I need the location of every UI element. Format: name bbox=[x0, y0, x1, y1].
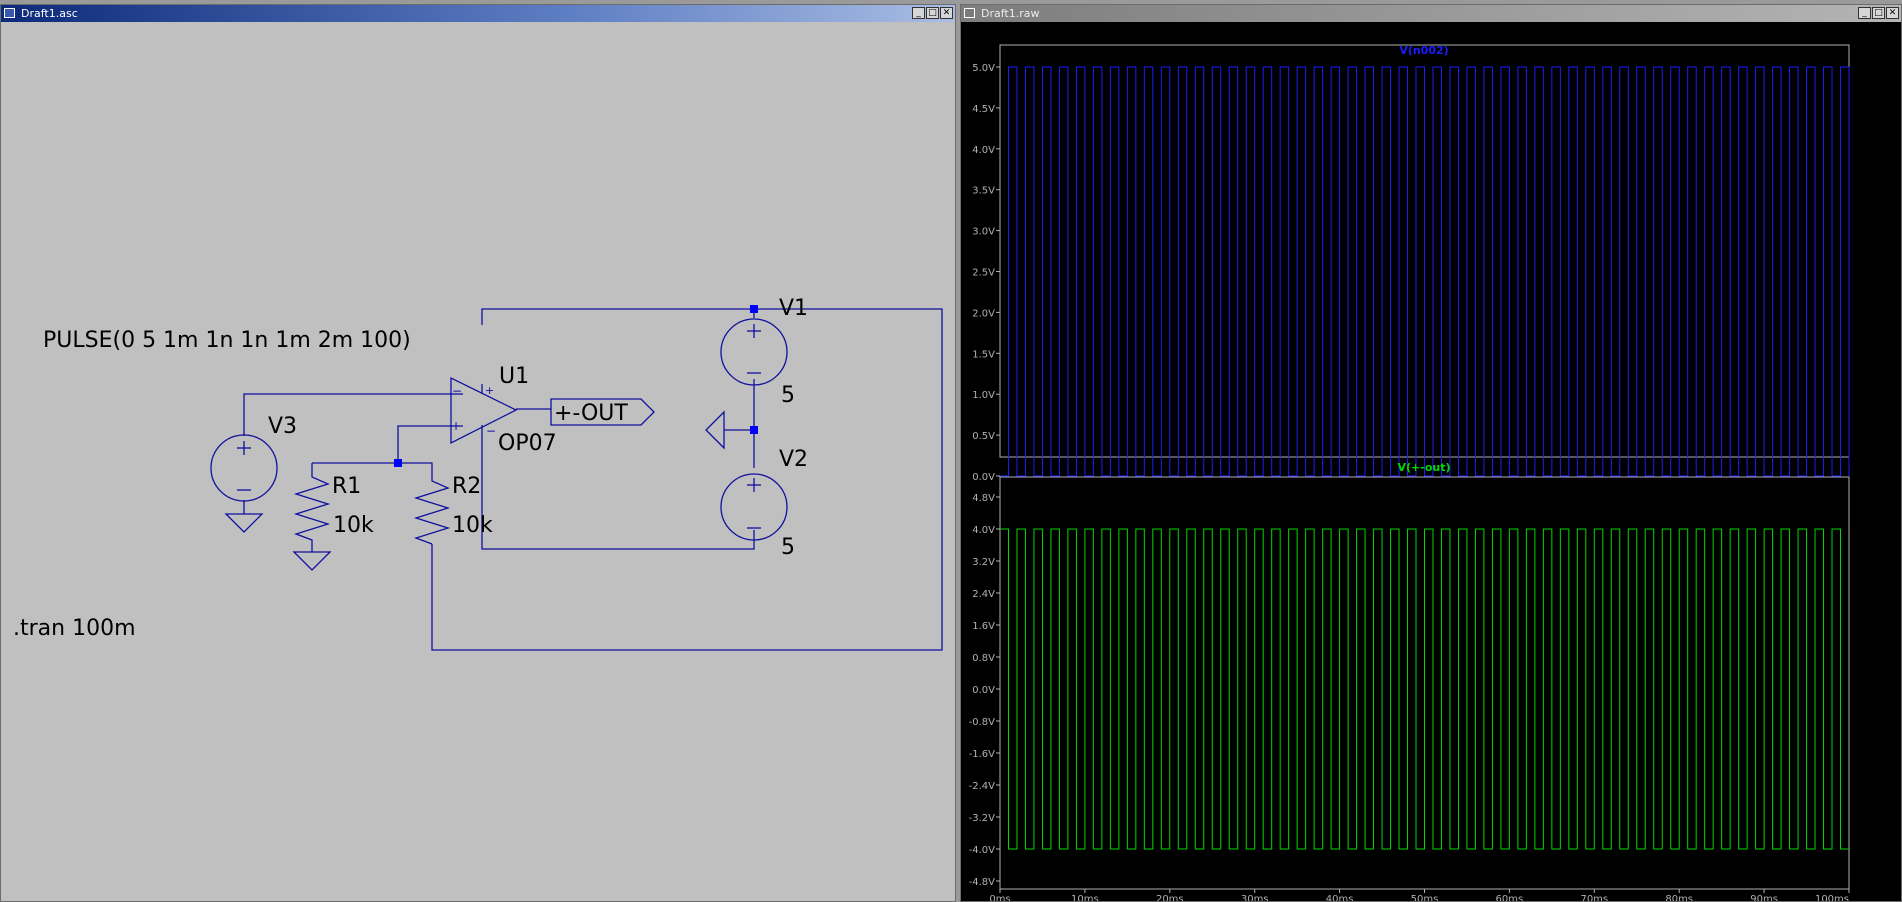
y-tick-label: 0.5V bbox=[972, 431, 995, 442]
u1-model-label[interactable]: OP07 bbox=[498, 431, 557, 456]
x-tick-label: 10ms bbox=[1071, 894, 1099, 902]
x-tick-label: 0ms bbox=[989, 894, 1010, 902]
junction-dot bbox=[750, 305, 758, 313]
schematic-window[interactable]: Draft1.asc _ □ ✕ − + + − PULSE(0 5 1m 1n… bbox=[0, 4, 956, 902]
trace-2-title[interactable]: V(+-out) bbox=[1398, 461, 1451, 474]
x-tick-label: 50ms bbox=[1411, 894, 1439, 902]
svg-text:−: − bbox=[452, 384, 462, 398]
y-tick-label: 5.0V bbox=[972, 63, 995, 74]
plot-window-title: Draft1.raw bbox=[981, 7, 1040, 20]
y-tick-label: 4.5V bbox=[972, 104, 995, 115]
y-tick-label: -4.0V bbox=[969, 845, 996, 856]
y-tick-label: 2.4V bbox=[972, 589, 995, 600]
close-button[interactable]: ✕ bbox=[940, 7, 953, 19]
y-tick-label: 4.8V bbox=[972, 493, 995, 504]
schematic-canvas[interactable]: − + + − PULSE(0 5 1m 1n 1n 1m 2m 100) .t… bbox=[1, 22, 955, 902]
x-tick-label: 90ms bbox=[1750, 894, 1778, 902]
v2-value-label[interactable]: 5 bbox=[781, 535, 795, 560]
plot-titlebar[interactable]: Draft1.raw _ □ ✕ bbox=[961, 5, 1901, 22]
y-tick-label: 3.0V bbox=[972, 227, 995, 238]
y-tick-label: -2.4V bbox=[969, 781, 996, 792]
waveform-plot-canvas[interactable]: V(n002) 5.0V 4.5V 4.0V 3.5V 3.0V 2.5V 2.0V 1.5V… bbox=[961, 22, 1901, 902]
x-tick-label: 40ms bbox=[1326, 894, 1354, 902]
restore-button[interactable]: □ bbox=[1872, 7, 1885, 19]
junction-dot bbox=[750, 426, 758, 434]
x-tick-label: 20ms bbox=[1156, 894, 1184, 902]
y-tick-label: 4.0V bbox=[972, 525, 995, 536]
y-tick-label: 1.0V bbox=[972, 390, 995, 401]
y-tick-label: -1.6V bbox=[969, 749, 996, 760]
y-tick-label: 0.0V bbox=[972, 685, 995, 696]
schematic-window-title: Draft1.asc bbox=[21, 7, 78, 20]
r2-name-label[interactable]: R2 bbox=[452, 474, 481, 499]
y-tick-label: -0.8V bbox=[969, 717, 996, 728]
plot-window[interactable]: Draft1.raw _ □ ✕ V(n002) 5.0V 4.5V 4.0V 3.5… bbox=[960, 4, 1902, 902]
out-port-label[interactable]: +-OUT bbox=[554, 401, 628, 426]
close-button[interactable]: ✕ bbox=[1886, 7, 1899, 19]
x-tick-label: 30ms bbox=[1241, 894, 1269, 902]
minimize-button[interactable]: _ bbox=[1858, 7, 1871, 19]
u1-name-label[interactable]: U1 bbox=[499, 364, 529, 389]
x-tick-label: 60ms bbox=[1496, 894, 1524, 902]
r2-value-label[interactable]: 10k bbox=[452, 513, 493, 538]
spice-directive[interactable]: .tran 100m bbox=[13, 616, 136, 641]
x-tick-label: 100ms bbox=[1815, 894, 1849, 902]
junction-dot bbox=[394, 459, 402, 467]
svg-text:+: + bbox=[485, 384, 494, 397]
v2-name-label[interactable]: V2 bbox=[779, 447, 808, 472]
v1-value-label[interactable]: 5 bbox=[781, 383, 795, 408]
trace-1-title[interactable]: V(n002) bbox=[1399, 44, 1448, 57]
y-tick-label: 3.5V bbox=[972, 186, 995, 197]
x-tick-label: 70ms bbox=[1580, 894, 1608, 902]
v1-name-label[interactable]: V1 bbox=[779, 296, 808, 321]
svg-text:−: − bbox=[486, 424, 496, 438]
y-tick-label: 1.6V bbox=[972, 621, 995, 632]
y-tick-label: 2.5V bbox=[972, 268, 995, 279]
y-tick-label: 0.8V bbox=[972, 653, 995, 664]
svg-text:+: + bbox=[451, 419, 461, 433]
schematic-app-icon bbox=[4, 8, 15, 18]
y-tick-label: 3.2V bbox=[972, 557, 995, 568]
y-tick-label: -4.8V bbox=[969, 877, 996, 888]
minimize-button[interactable]: _ bbox=[912, 7, 925, 19]
r1-value-label[interactable]: 10k bbox=[333, 513, 374, 538]
waveform-app-icon bbox=[964, 8, 975, 18]
y-tick-label: 0.0V bbox=[972, 472, 995, 483]
trace-1-line[interactable] bbox=[1000, 66, 1850, 477]
y-tick-label: -3.2V bbox=[969, 813, 996, 824]
trace-2-line[interactable] bbox=[1000, 528, 1849, 850]
v3-name-label[interactable]: V3 bbox=[268, 414, 297, 439]
y-tick-label: 4.0V bbox=[972, 145, 995, 156]
x-tick-label: 80ms bbox=[1665, 894, 1693, 902]
y-tick-label: 1.5V bbox=[972, 349, 995, 360]
r1-name-label[interactable]: R1 bbox=[332, 474, 361, 499]
restore-button[interactable]: □ bbox=[926, 7, 939, 19]
y-tick-label: 2.0V bbox=[972, 308, 995, 319]
schematic-titlebar[interactable]: Draft1.asc _ □ ✕ bbox=[1, 5, 955, 22]
pulse-directive[interactable]: PULSE(0 5 1m 1n 1n 1m 2m 100) bbox=[43, 328, 411, 353]
